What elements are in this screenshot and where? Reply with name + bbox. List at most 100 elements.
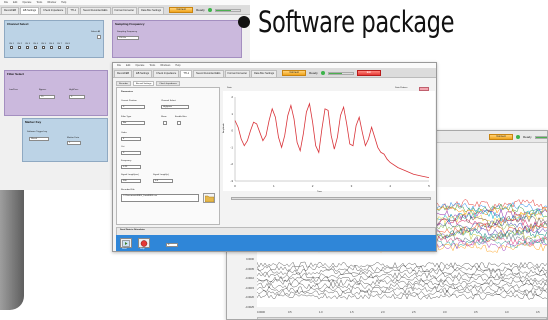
show-checkbox[interactable] bbox=[163, 121, 167, 125]
mid-tab-check-impedance[interactable]: Check Impedance bbox=[153, 69, 180, 77]
channel-checkbox[interactable] bbox=[41, 46, 45, 49]
channel-checkbox[interactable] bbox=[65, 46, 69, 49]
mid-tab-neuro-recorded[interactable]: Neuro Recorded EEG bbox=[193, 69, 224, 77]
filter-value-2[interactable]: 0 bbox=[69, 95, 85, 99]
mid-menu-tools[interactable]: Tools bbox=[149, 64, 155, 67]
filter-value-1[interactable]: 15 bbox=[39, 95, 55, 99]
mid-progress-fill bbox=[328, 72, 342, 74]
signal-length-field[interactable]: 300 bbox=[121, 179, 141, 183]
mid-menu-operate[interactable]: Operate bbox=[135, 64, 144, 67]
data-line-chart: 0 1 2 3 4 5 -3 -2 -1 0 1 2 bbox=[223, 91, 435, 191]
mid-connect-button[interactable]: Connect bbox=[282, 70, 307, 76]
menu-tools[interactable]: Tools bbox=[36, 1, 42, 4]
mid-tab-ttl1[interactable]: TTL1 bbox=[180, 69, 193, 77]
channel-item[interactable]: CH 7 bbox=[57, 43, 62, 49]
subtab-record-settings[interactable]: Record Settings bbox=[132, 81, 155, 86]
y-tick-label: 2 bbox=[231, 95, 233, 99]
subtab-recorder[interactable]: Recorder bbox=[116, 81, 131, 86]
browse-folder-button[interactable] bbox=[203, 193, 215, 203]
channel-item[interactable]: CH 4 bbox=[33, 43, 38, 49]
filter-type-field[interactable]: Bar bbox=[121, 121, 145, 125]
tab-neuro-recorded[interactable]: Neuro Recorded EEG bbox=[80, 6, 111, 14]
start-button[interactable] bbox=[120, 238, 132, 248]
channel-item[interactable]: CH 2 bbox=[17, 43, 22, 49]
y-tick-label: -3 bbox=[230, 179, 233, 183]
marker-key-panel: Marker Key Software Trigger key Shock Ma… bbox=[22, 118, 108, 162]
channel-item[interactable]: CH 6 bbox=[49, 43, 54, 49]
channel-checkbox[interactable] bbox=[17, 46, 21, 49]
cutoff-field[interactable]: 0 bbox=[121, 151, 141, 155]
eeg-baseline-trace bbox=[256, 265, 547, 272]
mid-menu-windows[interactable]: Windows bbox=[160, 64, 170, 67]
channel-item[interactable]: CH 5 bbox=[41, 43, 46, 49]
frequency-field[interactable]: 0.25 bbox=[121, 165, 141, 169]
chart-x-label: Time bbox=[317, 191, 322, 193]
mid-tab-data-box[interactable]: Data Box Settings bbox=[251, 69, 278, 77]
sampling-title: Sampling Frequency bbox=[115, 22, 145, 26]
signal-length-s-field[interactable]: 0.4 bbox=[153, 179, 173, 183]
parameters-pane: Parameters Current Position 0 Channel Se… bbox=[116, 87, 220, 225]
middle-app-window: File Edit Operate Tools Windows Help Rec… bbox=[112, 62, 437, 252]
x-tick-label: 5 bbox=[428, 184, 430, 188]
tab-check-impedance[interactable]: Check Impedance bbox=[40, 6, 67, 14]
mid-tab-eb-settings[interactable]: EB Settings bbox=[133, 69, 153, 77]
marker-data-field[interactable]: 1 bbox=[67, 141, 81, 145]
connect-button[interactable]: Connect bbox=[169, 7, 194, 13]
channel-item[interactable]: CH 1 bbox=[9, 43, 14, 49]
channel-row: CH 1 CH 2 CH 3 CH 4 CH 5 CH 6 CH 7 CH 8 bbox=[9, 43, 70, 49]
mid-menu-file[interactable]: File bbox=[117, 64, 121, 67]
menu-window[interactable]: Window bbox=[47, 1, 56, 4]
channel-checkbox[interactable] bbox=[25, 46, 29, 49]
mid-menu-edit[interactable]: Edit bbox=[126, 64, 130, 67]
recorded-file-field[interactable]: C:\Documents\EEG_Data\EEG.csv bbox=[121, 194, 199, 202]
sampling-panel: Sampling Frequency Sampling Frequency 25… bbox=[112, 20, 242, 58]
mid-status-row: Connect Ready Exit bbox=[282, 70, 381, 76]
software-trigger-label: Software Trigger key bbox=[27, 131, 48, 133]
mid-tab-record[interactable]: Record/EB bbox=[114, 69, 133, 77]
channel-label: CH 4 bbox=[32, 43, 38, 45]
chart-scrollbar[interactable] bbox=[231, 197, 431, 200]
front-x-tick-label: 0.0000 bbox=[257, 311, 265, 314]
exit-button[interactable]: Exit bbox=[356, 70, 381, 76]
y-tick-label: 1 bbox=[231, 112, 233, 116]
tab-format-converter[interactable]: Format Converter bbox=[111, 6, 138, 14]
enable-filter-checkbox[interactable] bbox=[177, 121, 181, 125]
send-value-field[interactable]: 0 bbox=[166, 243, 178, 247]
marker-key-title: Marker Key bbox=[25, 120, 42, 124]
channel-checkbox[interactable] bbox=[33, 46, 37, 49]
channel-item[interactable]: CH 8 bbox=[65, 43, 70, 49]
tab-eb-settings[interactable]: EB Settings bbox=[20, 6, 40, 14]
subtab-check-impedance[interactable]: Check Impedance bbox=[156, 81, 180, 86]
select-all-checkbox[interactable] bbox=[97, 35, 101, 39]
filter-select-panel: Filter Select LowPass Bypass HighPass 15… bbox=[4, 70, 108, 116]
mid-tab-format-converter[interactable]: Format Converter bbox=[224, 69, 251, 77]
channel-label: CH 7 bbox=[56, 43, 62, 45]
mid-menu-help[interactable]: Help bbox=[175, 64, 180, 67]
front-connect-button[interactable]: Connect bbox=[489, 134, 513, 140]
signal-length-label: Signal Length(ms) bbox=[121, 174, 139, 176]
x-tick-label: 4 bbox=[389, 184, 391, 188]
tab-record[interactable]: Record/EB bbox=[1, 6, 20, 14]
menu-operate[interactable]: Operate bbox=[22, 1, 31, 4]
stop-button[interactable] bbox=[138, 238, 150, 248]
cutoff-label: Cut bbox=[121, 146, 125, 148]
sampling-select[interactable]: 250 Hz bbox=[117, 36, 139, 40]
bypass-label: Bypass bbox=[39, 89, 47, 91]
tab-ttl1[interactable]: TTL1 bbox=[67, 6, 80, 14]
front-ready-label: Ready bbox=[523, 135, 532, 139]
menu-help[interactable]: Help bbox=[61, 1, 66, 4]
order-field[interactable]: 4 bbox=[121, 137, 141, 141]
channel-select-field[interactable]: Highpass bbox=[161, 105, 189, 109]
menu-file[interactable]: File bbox=[4, 1, 8, 4]
tab-data-box[interactable]: Data Box Settings bbox=[138, 6, 165, 14]
current-position-field[interactable]: 0 bbox=[121, 105, 145, 109]
channel-checkbox[interactable] bbox=[9, 46, 13, 49]
software-trigger-field[interactable]: Shock bbox=[29, 137, 49, 141]
channel-item[interactable]: CH 3 bbox=[25, 43, 30, 49]
menu-edit[interactable]: Edit bbox=[13, 1, 17, 4]
chart-y-label: Amplitude bbox=[223, 123, 225, 133]
channel-checkbox[interactable] bbox=[49, 46, 53, 49]
channel-label: CH 5 bbox=[40, 43, 46, 45]
channel-checkbox[interactable] bbox=[57, 46, 61, 49]
mid-tabbar: Record/EB EB Settings Check Impedance TT… bbox=[113, 69, 436, 78]
